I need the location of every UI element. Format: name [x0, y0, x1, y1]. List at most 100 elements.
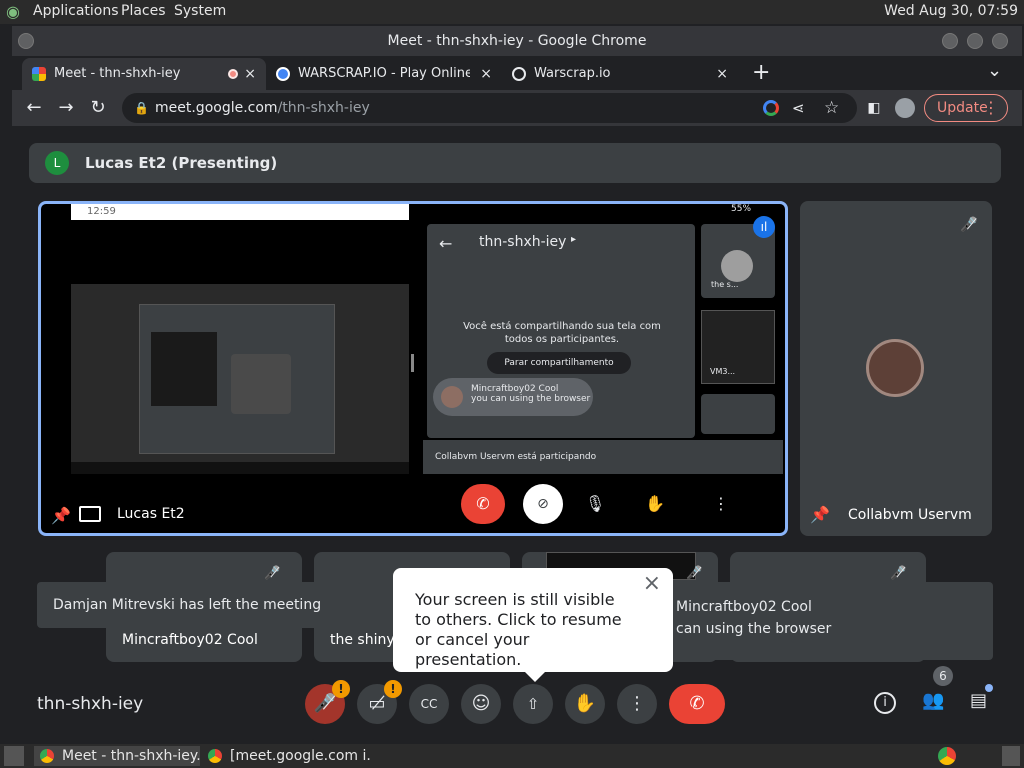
- taskbar-item-meet[interactable]: Meet - thn-shxh-iey....: [34, 746, 200, 766]
- people-icon[interactable]: 👥: [922, 690, 944, 711]
- chat-author: Mincraftboy02 Cool: [471, 384, 559, 394]
- pin-icon[interactable]: 📌: [51, 506, 71, 525]
- meeting-code: thn-shxh-iey: [37, 694, 144, 714]
- meet-stage: L Lucas Et2 (Presenting) 12:59 ← thn-shx…: [12, 126, 1022, 740]
- nested-video: [151, 332, 217, 406]
- captions-button[interactable]: CC: [409, 684, 449, 724]
- toast-author: Mincraftboy02 Cool: [676, 599, 812, 615]
- taskbar-item-meet-2[interactable]: [meet.google.com i...: [202, 746, 372, 766]
- presenting-banner: L Lucas Et2 (Presenting): [29, 143, 1001, 183]
- thumb-label: the s...: [711, 280, 739, 289]
- address-bar[interactable]: 🔒 meet.google.com/thn-shxh-iey ⋖ ☆: [122, 93, 857, 123]
- profile-avatar-icon[interactable]: [895, 98, 915, 118]
- back-arrow-icon[interactable]: ←: [22, 96, 46, 120]
- close-window-button[interactable]: [992, 33, 1008, 49]
- tab-search-chevron-icon[interactable]: ⌄: [987, 56, 1002, 86]
- presenter-avatar: L: [45, 151, 69, 175]
- tab-warscrap-play[interactable]: WARSCRAP.IO - Play Online ×: [266, 58, 502, 90]
- tab-warscrap[interactable]: Warscrap.io ×: [502, 58, 738, 90]
- close-tab-icon[interactable]: ×: [716, 58, 728, 90]
- leave-call-button[interactable]: ✆: [669, 684, 725, 724]
- menu-applications[interactable]: Applications: [33, 3, 119, 19]
- participant-tile-collabvm[interactable]: 🎤̸ 📌 Collabvm Uservm: [800, 201, 992, 536]
- system-top-panel: ◉ Applications Places System Wed Aug 30,…: [0, 0, 1024, 24]
- shared-thumb-3: [701, 394, 775, 434]
- shared-thumb-2: VM3...: [701, 310, 775, 384]
- mic-muted-icon: 🎤̸: [686, 566, 703, 581]
- nested-tile: [231, 354, 291, 414]
- google-lens-icon[interactable]: [763, 100, 779, 116]
- reload-icon[interactable]: ↻: [86, 96, 110, 120]
- update-button[interactable]: Update ⋮: [924, 94, 1008, 122]
- forward-arrow-icon[interactable]: →: [54, 96, 78, 120]
- participant-avatar: [866, 339, 924, 397]
- share-icon[interactable]: ⋖: [792, 93, 805, 123]
- side-tile-name: Collabvm Uservm: [848, 507, 972, 523]
- tab-title: WARSCRAP.IO - Play Online: [298, 66, 470, 81]
- show-desktop-button[interactable]: [4, 746, 24, 766]
- shared-hand-icon: ✋: [645, 494, 665, 513]
- tab-title: Meet - thn-shxh-iey: [54, 66, 181, 81]
- workspace-switcher[interactable]: [1002, 746, 1020, 766]
- mic-warning-icon: !: [332, 680, 350, 698]
- stop-sharing-label: Parar compartilhamento: [504, 358, 614, 368]
- chrome-window: Meet - thn-shxh-iey - Google Chrome Meet…: [12, 26, 1022, 740]
- back-arrow-icon: ←: [439, 234, 453, 253]
- minimize-button[interactable]: [942, 33, 958, 49]
- chrome-icon: [40, 749, 54, 763]
- meeting-details-icon[interactable]: i: [874, 692, 896, 714]
- shared-end-call-icon: ✆: [461, 484, 505, 524]
- chat-icon[interactable]: ▤: [970, 690, 987, 711]
- pin-icon[interactable]: 📌: [810, 505, 830, 524]
- present-now-button[interactable]: ⇧: [513, 684, 553, 724]
- more-options-button[interactable]: ⋮: [617, 684, 657, 724]
- raise-hand-button[interactable]: ✋: [565, 684, 605, 724]
- window-titlebar[interactable]: Meet - thn-shxh-iey - Google Chrome: [12, 26, 1022, 56]
- toast-message: can using the browser: [676, 621, 832, 637]
- mic-muted-icon: 🎤̸: [890, 566, 907, 581]
- shared-desktop-thumbnail: [71, 284, 409, 474]
- nested-taskbar: [71, 462, 409, 474]
- maximize-button[interactable]: [967, 33, 983, 49]
- panel-clock[interactable]: Wed Aug 30, 07:59: [884, 3, 1018, 19]
- more-vert-icon: ⋮: [983, 98, 999, 117]
- toast-message: Damjan Mitrevski has left the meeting: [53, 597, 322, 613]
- browser-toolbar: ← → ↻ 🔒 meet.google.com/thn-shxh-iey ⋖ ☆…: [12, 90, 1022, 126]
- shared-meet-panel: ← thn-shxh-iey ▸ Você está compartilhand…: [427, 224, 695, 438]
- close-popup-icon[interactable]: ×: [643, 573, 661, 595]
- shared-camera-off-icon: ⊘: [523, 484, 563, 524]
- menu-places[interactable]: Places: [121, 3, 166, 19]
- close-tab-icon[interactable]: ×: [244, 58, 256, 90]
- sharing-message: Você está compartilhando sua tela com to…: [463, 321, 661, 345]
- popup-message: Your screen is still visible to others. …: [415, 590, 622, 669]
- shared-phone-statusbar: 12:59: [71, 204, 409, 220]
- thumb-label: VM3...: [710, 367, 736, 376]
- small-tile-name: Mincraftboy02 Cool: [122, 632, 258, 648]
- globe-icon: [512, 67, 526, 81]
- chat-message-toast[interactable]: Mincraftboy02 Cool can using the browser: [660, 582, 993, 660]
- tray-chrome-icon[interactable]: [938, 747, 956, 765]
- warscrap-favicon-icon: [276, 67, 290, 81]
- distro-logo-icon[interactable]: ◉: [6, 2, 20, 21]
- mic-muted-icon: 🎤̸: [960, 217, 978, 233]
- new-tab-button[interactable]: +: [752, 56, 770, 90]
- participant-count-badge: 6: [933, 666, 953, 686]
- close-tab-icon[interactable]: ×: [480, 58, 492, 90]
- side-panel-icon[interactable]: ◧: [862, 96, 886, 120]
- present-screen-icon: [79, 506, 101, 522]
- main-tile-name: Lucas Et2: [117, 506, 185, 522]
- menu-system[interactable]: System: [174, 3, 226, 19]
- bookmark-star-icon[interactable]: ☆: [824, 93, 839, 123]
- stop-sharing-chip: Parar compartilhamento: [487, 352, 631, 374]
- system-taskbar: Meet - thn-shxh-iey.... [meet.google.com…: [0, 744, 1024, 768]
- presenting-label: Lucas Et2 (Presenting): [85, 154, 278, 172]
- camera-warning-icon: !: [384, 680, 402, 698]
- url-path: /thn-shxh-iey: [277, 100, 370, 116]
- mic-muted-icon: 🎤̸: [264, 566, 281, 581]
- emoji-reactions-button[interactable]: ☺: [461, 684, 501, 724]
- main-presentation-tile[interactable]: 12:59 ← thn-shxh-iey ▸ Você está compart…: [38, 201, 788, 536]
- recording-indicator-icon: [228, 69, 238, 79]
- tab-meet[interactable]: Meet - thn-shxh-iey ×: [22, 58, 266, 90]
- shared-more-icon: ⋮: [713, 494, 729, 513]
- window-menu-button[interactable]: [18, 33, 34, 49]
